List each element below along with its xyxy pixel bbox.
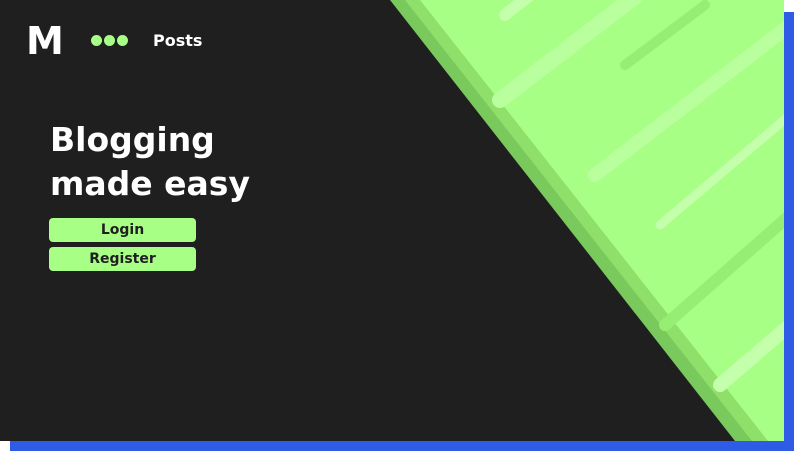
hero-section: M Posts Blogging made easy Login Registe… [0,0,784,441]
hero-title-line-1: Blogging [50,120,215,159]
nav-posts-link[interactable]: Posts [153,31,202,50]
menu-dot [104,35,115,46]
register-button[interactable]: Register [49,247,196,271]
dots-menu-icon[interactable] [91,35,128,46]
hero-title-line-2: made easy [50,164,250,203]
menu-dot [117,35,128,46]
hero-title: Blogging made easy [50,118,310,206]
menu-dot [91,35,102,46]
brand-logo[interactable]: M [26,22,64,60]
login-button[interactable]: Login [49,218,196,242]
